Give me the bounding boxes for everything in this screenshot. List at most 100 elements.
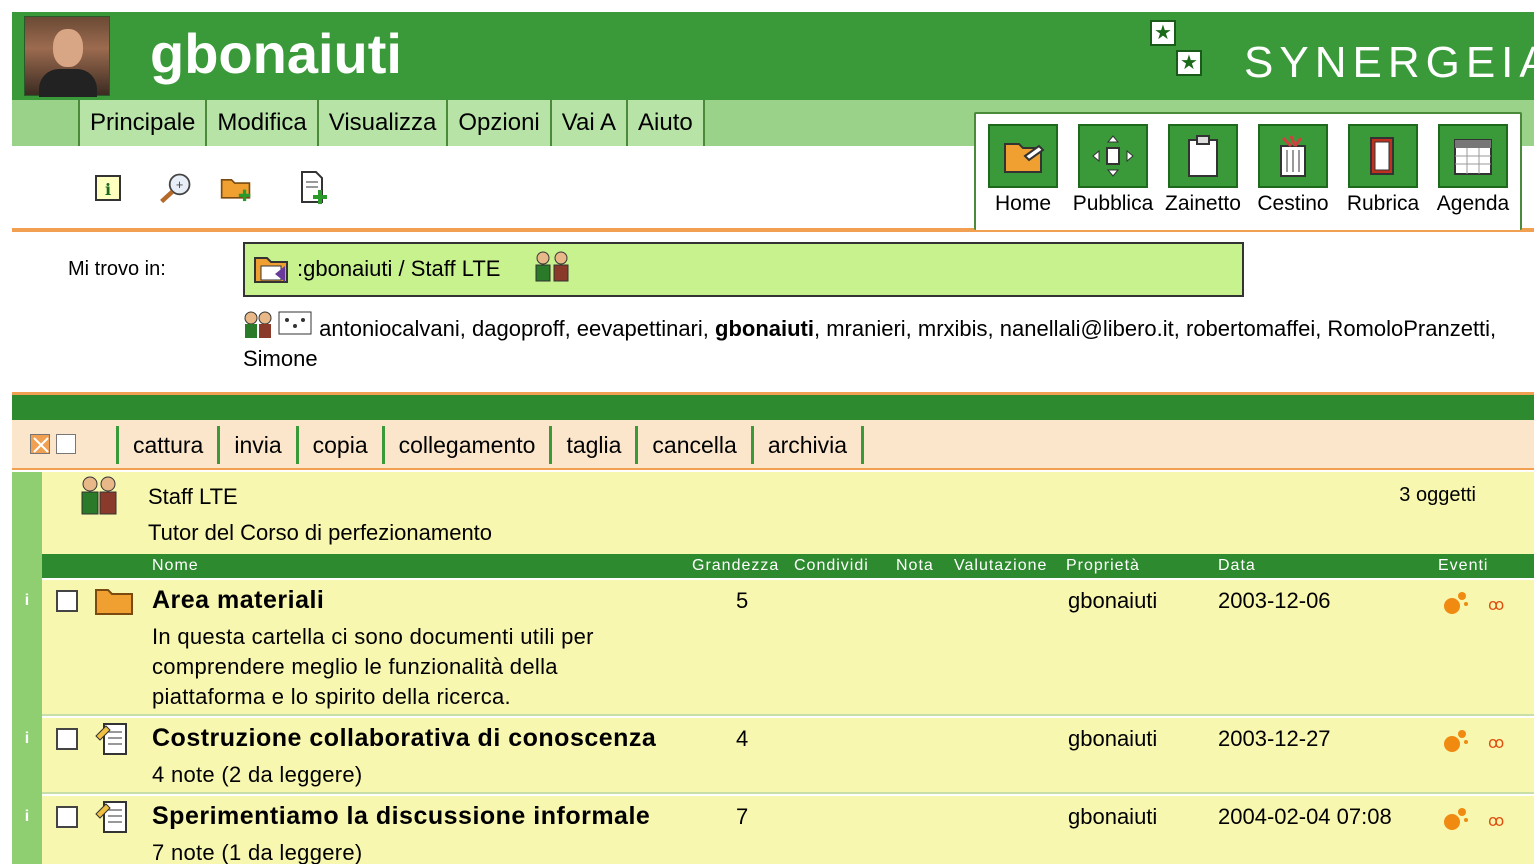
actions-list: cattura invia copia collegamento taglia … [116,426,865,464]
section-divider [12,392,1534,420]
new-document-icon[interactable] [296,170,332,206]
svg-text:i: i [105,180,111,199]
action-cancella[interactable]: cancella [635,426,750,464]
action-archivia[interactable]: archivia [750,426,865,464]
menu-modifica[interactable]: Modifica [205,100,317,146]
col-events[interactable]: Eventi [1438,557,1488,575]
new-folder-icon[interactable] [220,170,256,206]
members-icon[interactable] [243,310,313,338]
menu-vai-a[interactable]: Vai A [549,100,627,146]
members-before: antoniocalvani, dagoproff, eevapettinari… [319,316,715,341]
col-note[interactable]: Nota [896,557,934,575]
main-buttons-panel: Home Pubblica Zainetto Cestino Rubrica A… [974,112,1522,230]
menu-opzioni[interactable]: Opzioni [446,100,550,146]
row-size: 7 [736,804,749,829]
action-copia[interactable]: copia [295,426,382,464]
row-description: 4 note (2 da leggere) [152,762,363,787]
table-row: i Costruzione collaborativa di conoscenz… [25,718,1534,794]
column-header: Nome Grandezza Condividi Nota Valutazion… [42,554,1534,578]
agenda-label: Agenda [1436,192,1510,215]
cestino-label: Cestino [1257,192,1329,215]
col-share[interactable]: Condividi [794,557,869,575]
folder-icon[interactable] [94,584,134,618]
col-date[interactable]: Data [1218,557,1256,575]
folder-description: Tutor del Corso di perfezionamento [148,520,493,545]
pubblica-button[interactable]: Pubblica [1070,124,1156,224]
row-title[interactable]: Costruzione collaborativa di conoscenza [152,724,656,753]
discussion-icon[interactable] [94,722,134,756]
row-owner: gbonaiuti [1068,588,1158,613]
row-title[interactable]: Area materiali [152,586,324,615]
row-owner: gbonaiuti [1068,804,1158,829]
search-icon[interactable]: + [158,170,194,206]
svg-text:+: + [176,178,183,192]
synergeia-logo-icon: ★ ★ [1150,20,1206,80]
info-icon[interactable]: i [12,730,42,748]
events-icon: ꝏ [1444,808,1504,830]
row-events: ꝏ [1440,588,1530,618]
home-label: Home [994,192,1052,215]
row-events: ꝏ [1440,804,1530,834]
folder-count: 3 oggetti [1399,484,1476,506]
calendar-icon [1438,124,1508,188]
members-current-user: gbonaiuti [715,316,814,341]
info-icon[interactable]: i [12,592,42,610]
row-checkbox[interactable] [56,806,78,828]
rubrica-label: Rubrica [1346,192,1420,215]
zainetto-button[interactable]: Zainetto [1160,124,1246,224]
row-description: In questa cartella ci sono documenti uti… [152,624,594,709]
col-owner[interactable]: Proprietà [1066,557,1140,575]
row-title[interactable]: Sperimentiamo la discussione informale [152,802,650,831]
home-icon [988,124,1058,188]
selection-controls [30,434,76,454]
app-header: gbonaiuti ★ ★ SYNERGEIA [12,12,1534,100]
address-book-icon [1348,124,1418,188]
events-icon: ꝏ [1444,730,1504,752]
info-icon[interactable]: i [90,170,126,206]
svg-text:ꝏ: ꝏ [1488,733,1504,752]
row-date: 2003-12-06 [1218,588,1331,613]
row-checkbox[interactable] [56,728,78,750]
synergeia-logo-text: SYNERGEIA [1244,38,1534,87]
cestino-button[interactable]: Cestino [1250,124,1336,224]
menu-visualizza[interactable]: Visualizza [316,100,447,146]
col-rating[interactable]: Valutazione [954,557,1047,575]
row-events: ꝏ [1440,726,1530,756]
col-size[interactable]: Grandezza [692,557,779,575]
username-title: gbonaiuti [150,22,402,85]
row-checkbox[interactable] [56,590,78,612]
home-button[interactable]: Home [980,124,1066,224]
svg-text:ꝏ: ꝏ [1488,811,1504,830]
events-icon: ꝏ [1444,592,1504,614]
clipboard-icon [1168,124,1238,188]
agenda-button[interactable]: Agenda [1430,124,1516,224]
menu-principale[interactable]: Principale [78,100,206,146]
folder-info: Staff LTE Tutor del Corso di perfezionam… [42,472,1534,554]
row-size: 5 [736,588,749,613]
action-bar: cattura invia copia collegamento taglia … [12,420,1534,470]
row-date: 2004-02-04 07:08 [1218,804,1392,829]
location-path[interactable]: :gbonaiuti / Staff LTE [297,256,500,282]
select-all-icon[interactable] [30,434,50,454]
folder-title: Staff LTE [148,484,238,509]
table-row: i Area materiali In questa cartella ci s… [25,580,1534,716]
action-cattura[interactable]: cattura [116,426,217,464]
rubrica-button[interactable]: Rubrica [1340,124,1426,224]
row-owner: gbonaiuti [1068,726,1158,751]
table-row: i Sperimentiamo la discussione informale… [25,796,1534,864]
shared-folder-icon[interactable] [251,250,291,288]
action-taglia[interactable]: taglia [549,426,635,464]
location-breadcrumb: :gbonaiuti / Staff LTE [243,242,1244,297]
row-size: 4 [736,726,749,751]
discussion-icon[interactable] [94,800,134,834]
col-name[interactable]: Nome [152,557,199,575]
location-label: Mi trovo in: [68,258,166,280]
action-invia[interactable]: invia [217,426,295,464]
action-collegamento[interactable]: collegamento [381,426,550,464]
menu-aiuto[interactable]: Aiuto [626,100,705,146]
info-icon[interactable]: i [12,808,42,826]
left-strip [12,472,42,864]
zainetto-label: Zainetto [1165,192,1241,215]
select-none-icon[interactable] [56,434,76,454]
publish-icon [1078,124,1148,188]
